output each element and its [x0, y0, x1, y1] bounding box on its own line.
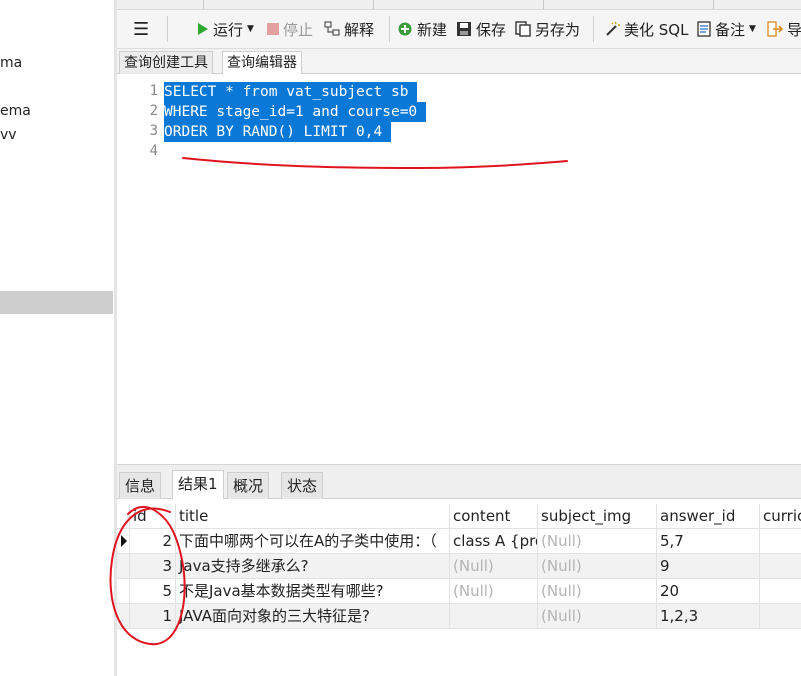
- cell-answer-id[interactable]: 1,2,3: [657, 604, 760, 629]
- note-button[interactable]: 备注 ▼: [697, 18, 756, 40]
- stop-label: 停止: [283, 20, 314, 39]
- cell-id[interactable]: 1: [130, 604, 176, 629]
- column-header-subject-img[interactable]: subject_img: [538, 504, 657, 529]
- cell-title[interactable]: Java支持多继承么?: [176, 554, 450, 579]
- navigator-selected-row[interactable]: [0, 291, 113, 314]
- tab-query-builder[interactable]: 查询创建工具: [119, 51, 213, 74]
- stop-icon: [267, 23, 279, 35]
- column-header-id[interactable]: id: [130, 504, 176, 529]
- cell-curric[interactable]: [760, 604, 801, 629]
- row-header-corner: [117, 504, 130, 529]
- cell-content[interactable]: [450, 604, 538, 629]
- sql-editor[interactable]: 1 2 3 4 SELECT * from vat_subject sb WHE…: [117, 74, 801, 464]
- new-label: 新建: [417, 20, 448, 39]
- cell-subject-img[interactable]: (Null): [538, 554, 657, 579]
- save-as-label: 另存为: [535, 20, 581, 39]
- row-indicator: [117, 604, 130, 629]
- navigator-item[interactable]: ma: [0, 55, 114, 71]
- cell-curric[interactable]: [760, 554, 801, 579]
- cell-subject-img[interactable]: (Null): [538, 604, 657, 629]
- beautify-sql-button[interactable]: 美化 SQL: [604, 18, 688, 40]
- chevron-down-icon[interactable]: ▼: [749, 24, 756, 34]
- result-grid[interactable]: id title content subject_img answer_id c…: [117, 504, 801, 676]
- navigator-item[interactable]: vv: [0, 127, 114, 143]
- row-indicator: [117, 579, 130, 604]
- note-label: 备注: [715, 20, 746, 39]
- cell-title[interactable]: 下面中哪两个可以在A的子类中使用：（: [176, 529, 450, 554]
- cell-title[interactable]: 不是Java基本数据类型有哪些?: [176, 579, 450, 604]
- cell-curric[interactable]: [760, 579, 801, 604]
- column-header-curric[interactable]: curric: [760, 504, 801, 529]
- explain-button[interactable]: 解释: [324, 18, 374, 40]
- beautify-label: 美化 SQL: [624, 20, 689, 39]
- tab-overview[interactable]: 概况: [227, 472, 270, 499]
- line-number: 2: [149, 103, 158, 119]
- cell-answer-id[interactable]: 5,7: [657, 529, 760, 554]
- new-query-button[interactable]: 新建: [397, 18, 447, 40]
- run-label: 运行: [213, 20, 244, 39]
- save-label: 保存: [476, 20, 507, 39]
- menu-button[interactable]: ☰: [133, 18, 149, 40]
- chevron-down-icon[interactable]: ▼: [247, 24, 254, 34]
- navigator-pane: ma ema vv: [0, 0, 115, 676]
- play-icon: [198, 23, 208, 35]
- column-header-content[interactable]: content: [450, 504, 538, 529]
- results-tab-bar: 信息 结果1 概况 状态: [117, 470, 801, 499]
- cell-id[interactable]: 5: [130, 579, 176, 604]
- row-indicator: [117, 529, 130, 554]
- stop-button[interactable]: 停止: [267, 18, 313, 40]
- save-as-icon: [515, 21, 531, 37]
- save-button[interactable]: 保存: [456, 18, 506, 40]
- cell-subject-img[interactable]: (Null): [538, 579, 657, 604]
- tab-status[interactable]: 状态: [281, 472, 324, 499]
- cell-curric[interactable]: [760, 529, 801, 554]
- export-icon: [767, 21, 783, 37]
- cell-title[interactable]: JAVA面向对象的三大特征是?: [176, 604, 450, 629]
- note-icon: [697, 21, 711, 37]
- line-number: 1: [149, 83, 158, 99]
- save-as-button[interactable]: 另存为: [515, 18, 580, 40]
- export-label: 导: [787, 20, 801, 39]
- cell-id[interactable]: 2: [130, 529, 176, 554]
- cell-content[interactable]: (Null): [450, 554, 538, 579]
- column-header-answer-id[interactable]: answer_id: [657, 504, 760, 529]
- code-line[interactable]: SELECT * from vat_subject sb: [164, 82, 418, 102]
- code-line[interactable]: ORDER BY RAND() LIMIT 0,4: [164, 122, 391, 142]
- new-icon: [398, 22, 412, 36]
- line-number: 4: [149, 143, 158, 159]
- window-tab-strip: [117, 0, 801, 10]
- current-row-icon: [121, 535, 127, 547]
- explain-label: 解释: [344, 20, 375, 39]
- editor-tab-bar: 查询创建工具 查询编辑器: [117, 49, 801, 75]
- tab-query-editor[interactable]: 查询编辑器: [222, 51, 302, 75]
- cell-content[interactable]: (Null): [450, 579, 538, 604]
- cell-id[interactable]: 3: [130, 554, 176, 579]
- column-header-title[interactable]: title: [176, 504, 450, 529]
- hamburger-icon: ☰: [133, 18, 150, 40]
- query-toolbar: ☰ 运行 ▼ 停止 解释 新建 保存 另存为 美化 SQL 备注 ▼ 导: [117, 10, 801, 49]
- magic-wand-icon: [606, 21, 620, 36]
- cell-content[interactable]: class A {pro: [450, 529, 538, 554]
- tab-info[interactable]: 信息: [119, 472, 162, 499]
- export-button[interactable]: 导: [767, 18, 801, 40]
- code-line[interactable]: WHERE stage_id=1 and course=0: [164, 102, 426, 122]
- run-button[interactable]: 运行 ▼: [197, 18, 254, 40]
- line-number-gutter: 1 2 3 4: [117, 74, 160, 464]
- cell-answer-id[interactable]: 20: [657, 579, 760, 604]
- line-number: 3: [149, 123, 158, 139]
- cell-answer-id[interactable]: 9: [657, 554, 760, 579]
- navigator-item[interactable]: ema: [0, 103, 114, 119]
- cell-subject-img[interactable]: (Null): [538, 529, 657, 554]
- explain-icon: [324, 21, 340, 36]
- tab-result1[interactable]: 结果1: [172, 470, 224, 499]
- save-icon: [457, 22, 471, 36]
- row-indicator: [117, 554, 130, 579]
